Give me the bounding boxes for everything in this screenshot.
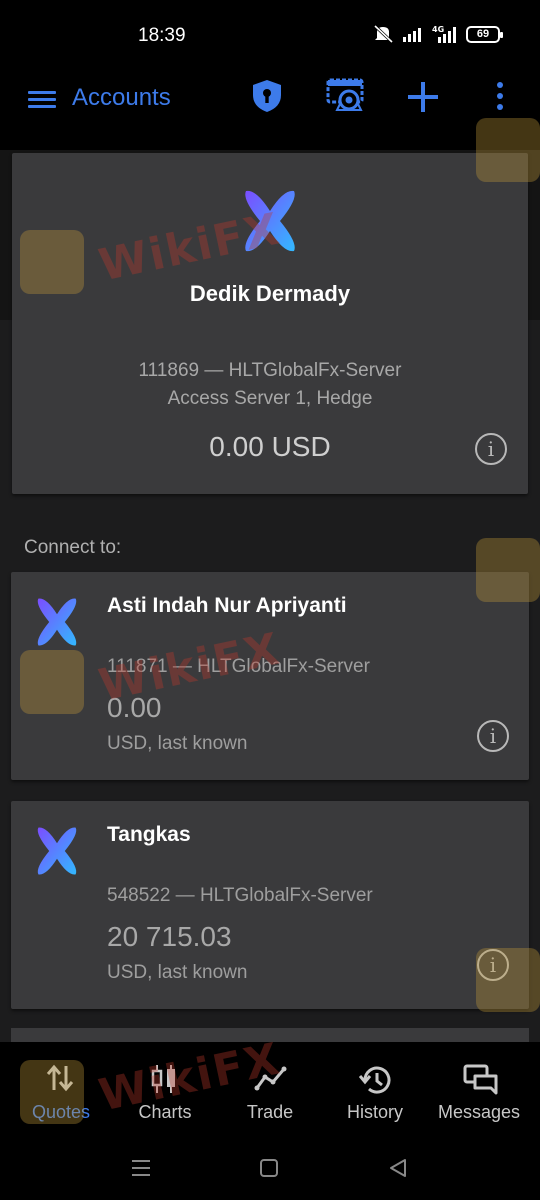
nav-label: History (346, 1102, 403, 1122)
account-holder-name: Dedik Dermady (189, 281, 351, 306)
account-holder-name: Tangkas (107, 823, 191, 846)
account-server: 111871 — HLTGlobalFx-Server (107, 656, 370, 677)
shield-lock-icon[interactable] (250, 78, 284, 114)
nav-messages[interactable]: Messages (425, 1042, 533, 1136)
nav-label: Charts (138, 1102, 192, 1122)
recent-apps-icon[interactable] (131, 1158, 151, 1178)
account-currency: USD, last known (107, 733, 248, 754)
status-bar: 18:39 4G 69 (0, 0, 540, 70)
current-account-card[interactable]: Dedik Dermady 111869 — HLTGlobalFx-Serve… (12, 153, 528, 494)
more-options-icon[interactable] (492, 80, 508, 114)
account-server: 548522 — HLTGlobalFx-Server (107, 885, 373, 906)
app-bar: Accounts (0, 70, 540, 150)
home-icon[interactable] (259, 1158, 279, 1178)
add-account-icon[interactable] (406, 80, 440, 114)
info-icon[interactable]: i (477, 949, 509, 981)
nav-label: Messages (437, 1102, 521, 1122)
info-icon[interactable]: i (477, 720, 509, 752)
system-navigation (0, 1136, 540, 1200)
broker-logo-icon (37, 827, 77, 875)
info-icon[interactable]: i (475, 433, 507, 465)
nav-label: Quotes (31, 1102, 91, 1122)
back-icon[interactable] (388, 1158, 408, 1178)
account-card[interactable]: Tangkas 548522 — HLTGlobalFx-Server 20 7… (11, 801, 529, 1009)
messages-icon (463, 1064, 498, 1095)
section-label: Connect to: (24, 537, 122, 558)
broker-logo-icon (245, 190, 295, 252)
account-card[interactable]: Asti Indah Nur Apriyanti 111871 — HLTGlo… (11, 572, 529, 780)
nav-history[interactable]: History (321, 1042, 429, 1136)
signal-4g-icon: 4G (432, 25, 456, 43)
account-balance: 0.00 (107, 692, 162, 723)
signal-icon (403, 28, 421, 42)
page-title: Accounts (72, 84, 171, 111)
menu-icon[interactable] (28, 87, 56, 111)
account-balance: 0.00 USD (209, 431, 331, 462)
status-icons: 4G 69 (372, 24, 503, 44)
server-settings-icon[interactable] (325, 76, 365, 116)
charts-icon (151, 1065, 175, 1093)
bottom-navigation: Quotes Charts Trade History Messages (0, 1042, 540, 1136)
mute-icon (373, 24, 394, 44)
trade-icon (254, 1066, 287, 1091)
nav-label: Trade (246, 1102, 294, 1122)
status-time: 18:39 (138, 25, 186, 46)
nav-charts[interactable]: Charts (111, 1042, 219, 1136)
broker-logo-icon (37, 598, 77, 646)
account-balance: 20 715.03 (107, 921, 232, 952)
nav-trade[interactable]: Trade (216, 1042, 324, 1136)
account-currency: USD, last known (107, 962, 248, 983)
history-icon (359, 1066, 391, 1094)
account-holder-name: Asti Indah Nur Apriyanti (107, 594, 347, 617)
network-label: 4G (432, 25, 444, 34)
nav-quotes[interactable]: Quotes (7, 1042, 115, 1136)
account-access: Access Server 1, Hedge (167, 388, 373, 409)
account-server: 111869 — HLTGlobalFx-Server (138, 360, 402, 381)
quotes-icon (46, 1064, 74, 1092)
battery-icon: 69 (466, 25, 503, 43)
